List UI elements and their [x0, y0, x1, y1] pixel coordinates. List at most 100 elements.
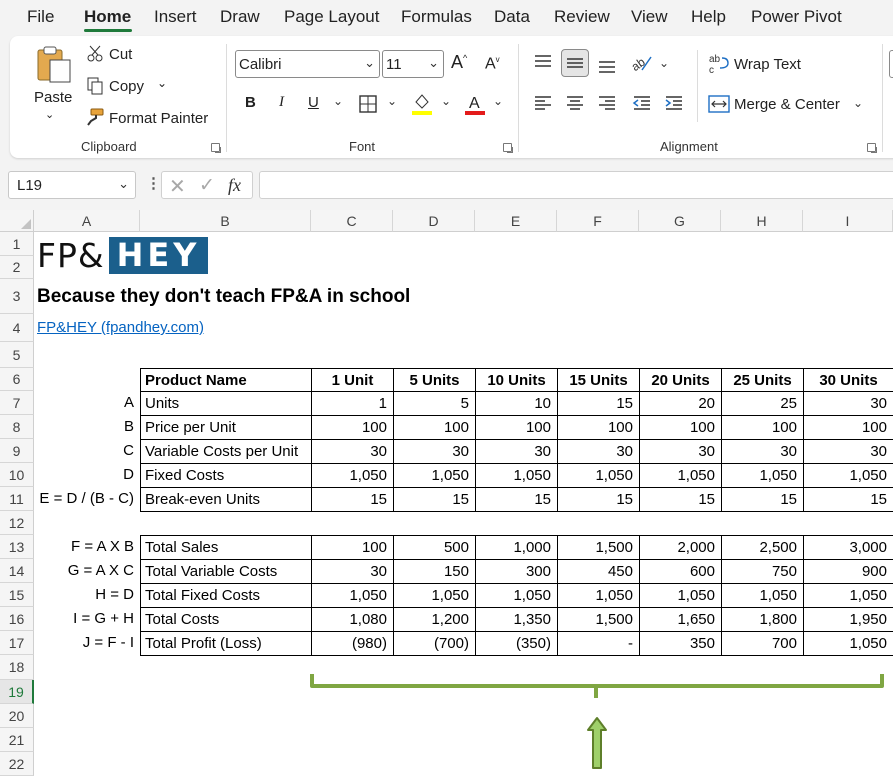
row-header-4[interactable]: 4 [0, 314, 34, 342]
value-cell[interactable]: 20 [639, 391, 721, 415]
orientation-dropdown-icon[interactable]: ⌄ [659, 56, 669, 70]
value-cell[interactable]: 1,080 [311, 607, 393, 631]
row-header-9[interactable]: 9 [0, 439, 34, 463]
value-cell[interactable]: (350) [475, 631, 557, 655]
row-header-21[interactable]: 21 [0, 728, 34, 752]
value-cell[interactable]: 25 [721, 391, 803, 415]
cut-button[interactable]: Cut [109, 46, 132, 63]
value-cell[interactable]: 300 [475, 559, 557, 583]
row-code[interactable]: A [34, 391, 140, 415]
value-cell[interactable]: 30 [393, 439, 475, 463]
value-cell[interactable]: 30 [311, 559, 393, 583]
value-cell[interactable]: 1,950 [803, 607, 893, 631]
menu-help[interactable]: Help [691, 7, 726, 27]
align-right-icon[interactable] [596, 93, 618, 113]
column-header-a[interactable]: A [34, 210, 140, 232]
value-cell[interactable]: 30 [721, 439, 803, 463]
row-label[interactable]: Total Variable Costs [140, 559, 311, 583]
menu-draw[interactable]: Draw [220, 7, 260, 27]
value-cell[interactable]: 30 [639, 439, 721, 463]
value-cell[interactable]: 1,050 [721, 463, 803, 487]
align-left-icon[interactable] [532, 93, 554, 113]
row-header-18[interactable]: 18 [0, 655, 34, 680]
value-cell[interactable]: 1,050 [393, 463, 475, 487]
row-header-8[interactable]: 8 [0, 415, 34, 439]
row-label[interactable]: Total Costs [140, 607, 311, 631]
value-cell[interactable]: 100 [475, 415, 557, 439]
fill-color-icon[interactable] [410, 91, 434, 117]
value-cell[interactable]: (700) [393, 631, 475, 655]
ribbon-next-control[interactable] [889, 50, 893, 78]
value-cell[interactable]: 1,050 [557, 463, 639, 487]
align-top-icon[interactable] [532, 52, 554, 72]
fill-color-dropdown-icon[interactable]: ⌄ [441, 94, 451, 108]
insert-function-icon[interactable]: fx [228, 175, 241, 196]
value-cell[interactable]: 10 [475, 391, 557, 415]
font-size-select[interactable]: 11 ⌄ [382, 50, 444, 78]
value-cell[interactable]: 1,050 [311, 583, 393, 607]
clipboard-launcher-icon[interactable] [211, 143, 221, 153]
row-header-2[interactable]: 2 [0, 256, 34, 279]
value-cell[interactable]: 1,650 [639, 607, 721, 631]
value-cell[interactable]: 100 [311, 535, 393, 559]
paste-icon[interactable] [33, 44, 75, 84]
alignment-launcher-icon[interactable] [867, 143, 877, 153]
increase-indent-icon[interactable] [663, 93, 685, 113]
menu-insert[interactable]: Insert [154, 7, 197, 27]
value-cell[interactable]: - [557, 631, 639, 655]
header-col-7[interactable]: 30 Units [803, 368, 893, 391]
formula-input[interactable] [259, 171, 893, 199]
value-cell[interactable]: 30 [803, 439, 893, 463]
value-cell[interactable]: 15 [721, 487, 803, 511]
value-cell[interactable]: 100 [311, 415, 393, 439]
value-cell[interactable]: 1,500 [557, 607, 639, 631]
font-launcher-icon[interactable] [503, 143, 513, 153]
paste-dropdown-icon[interactable]: ⌄ [45, 108, 54, 121]
menu-formulas[interactable]: Formulas [401, 7, 472, 27]
row-header-12[interactable]: 12 [0, 511, 34, 535]
value-cell[interactable]: 900 [803, 559, 893, 583]
row-code[interactable]: C [34, 439, 140, 463]
copy-dropdown-icon[interactable]: ⌄ [157, 76, 167, 90]
header-col-3[interactable]: 10 Units [475, 368, 557, 391]
row-code[interactable]: F = A X B [34, 535, 140, 559]
value-cell[interactable]: 1,050 [311, 463, 393, 487]
orientation-icon[interactable]: ab [630, 52, 654, 74]
paste-button[interactable]: Paste [34, 89, 72, 106]
value-cell[interactable]: 15 [803, 487, 893, 511]
value-cell[interactable]: 1 [311, 391, 393, 415]
merge-center-button[interactable]: Merge & Center [734, 96, 840, 113]
menu-data[interactable]: Data [494, 7, 530, 27]
header-col-6[interactable]: 25 Units [721, 368, 803, 391]
row-header-19[interactable]: 19 [0, 680, 34, 704]
value-cell[interactable]: 450 [557, 559, 639, 583]
row-header-13[interactable]: 13 [0, 535, 34, 559]
row-label[interactable]: Fixed Costs [140, 463, 311, 487]
value-cell[interactable]: 100 [803, 415, 893, 439]
decrease-indent-icon[interactable] [631, 93, 653, 113]
value-cell[interactable]: 500 [393, 535, 475, 559]
select-all-corner[interactable] [0, 210, 34, 232]
row-label[interactable]: Break-even Units [140, 487, 311, 511]
italic-button[interactable]: I [279, 94, 284, 111]
column-header-b[interactable]: B [140, 210, 311, 232]
copy-button[interactable]: Copy [109, 78, 144, 95]
value-cell[interactable]: 1,050 [639, 463, 721, 487]
row-header-22[interactable]: 22 [0, 752, 34, 776]
menu-file[interactable]: File [27, 7, 54, 27]
menu-view[interactable]: View [631, 7, 668, 27]
value-cell[interactable]: 1,050 [475, 583, 557, 607]
value-cell[interactable]: 1,050 [639, 583, 721, 607]
value-cell[interactable]: 1,800 [721, 607, 803, 631]
value-cell[interactable]: 1,050 [803, 631, 893, 655]
bold-button[interactable]: B [245, 94, 256, 111]
align-center-icon[interactable] [564, 93, 586, 113]
value-cell[interactable]: 15 [393, 487, 475, 511]
align-middle-icon[interactable] [561, 49, 589, 77]
value-cell[interactable]: 15 [639, 487, 721, 511]
value-cell[interactable]: 1,200 [393, 607, 475, 631]
value-cell[interactable]: 100 [557, 415, 639, 439]
value-cell[interactable]: 1,050 [803, 463, 893, 487]
value-cell[interactable]: 1,050 [803, 583, 893, 607]
row-header-3[interactable]: 3 [0, 279, 34, 314]
